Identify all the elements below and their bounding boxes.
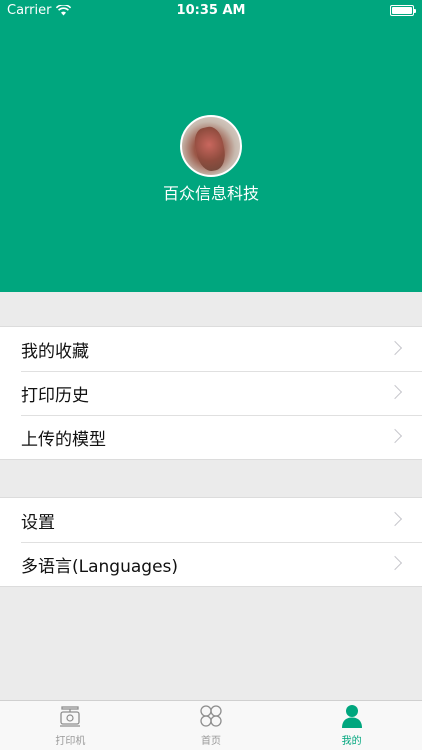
- menu-item-label: 上传的模型: [21, 429, 106, 450]
- status-bar: Carrier 10:35 AM: [0, 0, 422, 22]
- menu-group-secondary: 设置 多语言(Languages): [0, 497, 422, 587]
- menu-item-label: 设置: [21, 512, 55, 533]
- menu-item-label: 我的收藏: [21, 341, 89, 362]
- tab-bar: 打印机 首页 我的: [0, 700, 422, 750]
- username: 百众信息科技: [162, 184, 259, 203]
- menu-item-label: 多语言(Languages): [21, 556, 179, 577]
- grid-icon: [200, 705, 222, 727]
- tab-printer[interactable]: 打印机: [0, 701, 141, 750]
- menu-item-uploaded-models[interactable]: 上传的模型: [0, 415, 422, 459]
- menu-item-print-history[interactable]: 打印历史: [0, 371, 422, 415]
- tab-profile[interactable]: 我的: [281, 701, 422, 750]
- chevron-right-icon: [387, 340, 403, 356]
- profile-header: 百众信息科技: [0, 0, 422, 292]
- chevron-right-icon: [387, 384, 403, 400]
- menu-item-label: 打印历史: [21, 385, 89, 406]
- status-time: 10:35 AM: [176, 3, 246, 18]
- chevron-right-icon: [387, 555, 403, 571]
- menu-item-favorites[interactable]: 我的收藏: [0, 327, 422, 371]
- tab-label: 我的: [341, 736, 362, 747]
- tab-home[interactable]: 首页: [141, 701, 282, 750]
- avatar[interactable]: [180, 115, 242, 177]
- menu-item-languages[interactable]: 多语言(Languages): [0, 542, 422, 586]
- person-icon: [341, 705, 362, 728]
- chevron-right-icon: [387, 511, 403, 527]
- tab-label: 打印机: [55, 736, 86, 747]
- menu-item-settings[interactable]: 设置: [0, 498, 422, 542]
- chevron-right-icon: [387, 428, 403, 444]
- printer-icon: [60, 706, 81, 727]
- tab-label: 首页: [201, 736, 221, 747]
- avatar-image: [191, 124, 229, 174]
- battery-icon: [390, 5, 416, 16]
- menu-group-primary: 我的收藏 打印历史 上传的模型: [0, 326, 422, 460]
